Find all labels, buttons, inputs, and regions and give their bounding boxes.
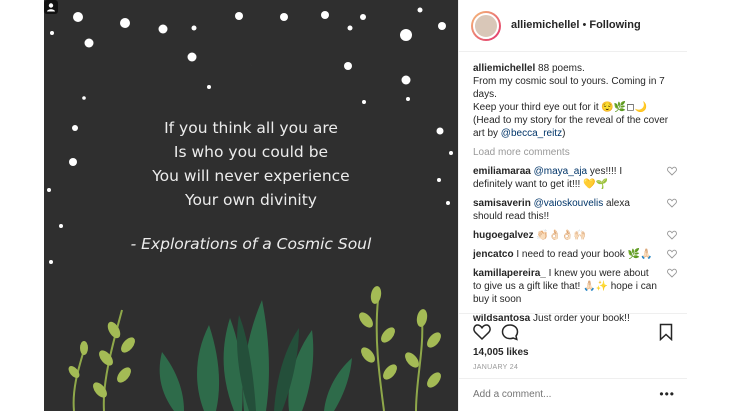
comment-item: emiliamaraa @maya_aja yes!!!! I definite… [473,165,677,191]
comment-username[interactable]: emiliamaraa [473,166,531,177]
like-heart-icon[interactable] [473,323,491,341]
add-comment-bar: ••• [459,378,687,411]
quote-line: Your own divinity [185,191,317,209]
add-comment-input[interactable] [473,389,653,400]
caption-mention[interactable]: @becca_reitz [501,128,562,139]
comment-username[interactable]: kamillapereira_ [473,268,546,279]
heart-icon[interactable] [667,230,677,240]
post-actions: 14,005 likes JANUARY 24 ••• [459,313,687,403]
comment-text: I need to read your book 🌿🙏🏻 [513,249,653,260]
caption-username[interactable]: alliemichellel [473,63,535,74]
bookmark-icon[interactable] [657,323,675,341]
separator-dot: • [582,19,587,31]
caption-line-end: ) [562,128,566,139]
heart-icon[interactable] [667,198,677,208]
post-side-panel: alliemichellel • Following alliemichellel … [458,0,687,411]
quote-source: - Explorations of a Cosmic Soul [130,235,372,253]
comment-text: 👏🏻👌🏻👌🏻🙌🏻 [533,230,587,241]
comments-section: alliemichellel 88 poems. From my cosmic … [473,62,677,325]
comment-username[interactable]: hugoegalvez [473,230,534,241]
comment-item: jencatco I need to read your book 🌿🙏🏻 [473,248,677,261]
comment-username[interactable]: samisaverin [473,198,531,209]
more-options-button[interactable]: ••• [659,387,675,401]
header-username[interactable]: alliemichellel [511,19,579,31]
comment-bubble-icon[interactable] [501,323,519,341]
heart-icon[interactable] [667,249,677,259]
heart-icon[interactable] [667,268,677,278]
caption: alliemichellel 88 poems. From my cosmic … [473,62,677,140]
quote-line: If you think all you are [164,119,338,137]
comment-item: samisaverin @vaioskouvelis alexa should … [473,197,677,223]
quote-text: If you think all you are Is who you coul… [44,116,458,212]
comment-username[interactable]: jencatco [473,249,514,260]
quote-line: Is who you could be [173,143,329,161]
avatar[interactable] [471,11,501,41]
caption-line: From my cosmic soul to yours. Coming in … [473,76,665,100]
load-more-comments-button[interactable]: Load more comments [473,146,677,159]
following-button[interactable]: Following [589,19,640,31]
quote-line: You will never experience [152,167,350,185]
post-image[interactable]: If you think all you are Is who you coul… [44,0,458,411]
post-header: alliemichellel • Following [459,0,687,52]
comment-mention[interactable]: @vaioskouvelis [534,198,604,209]
caption-line: Keep your third eye out for it 😌🌿◻🌙 [473,102,648,113]
post-date: JANUARY 24 [473,364,519,371]
likes-count[interactable]: 14,005 likes [473,347,529,358]
comment-item: hugoegalvez 👏🏻👌🏻👌🏻🙌🏻 [473,229,677,242]
heart-icon[interactable] [667,166,677,176]
caption-line: 88 poems. [538,63,585,74]
comment-item: kamillapereira_ I knew you were about to… [473,267,677,306]
comment-mention[interactable]: @maya_aja [534,166,588,177]
user-tag-icon[interactable] [44,0,58,14]
